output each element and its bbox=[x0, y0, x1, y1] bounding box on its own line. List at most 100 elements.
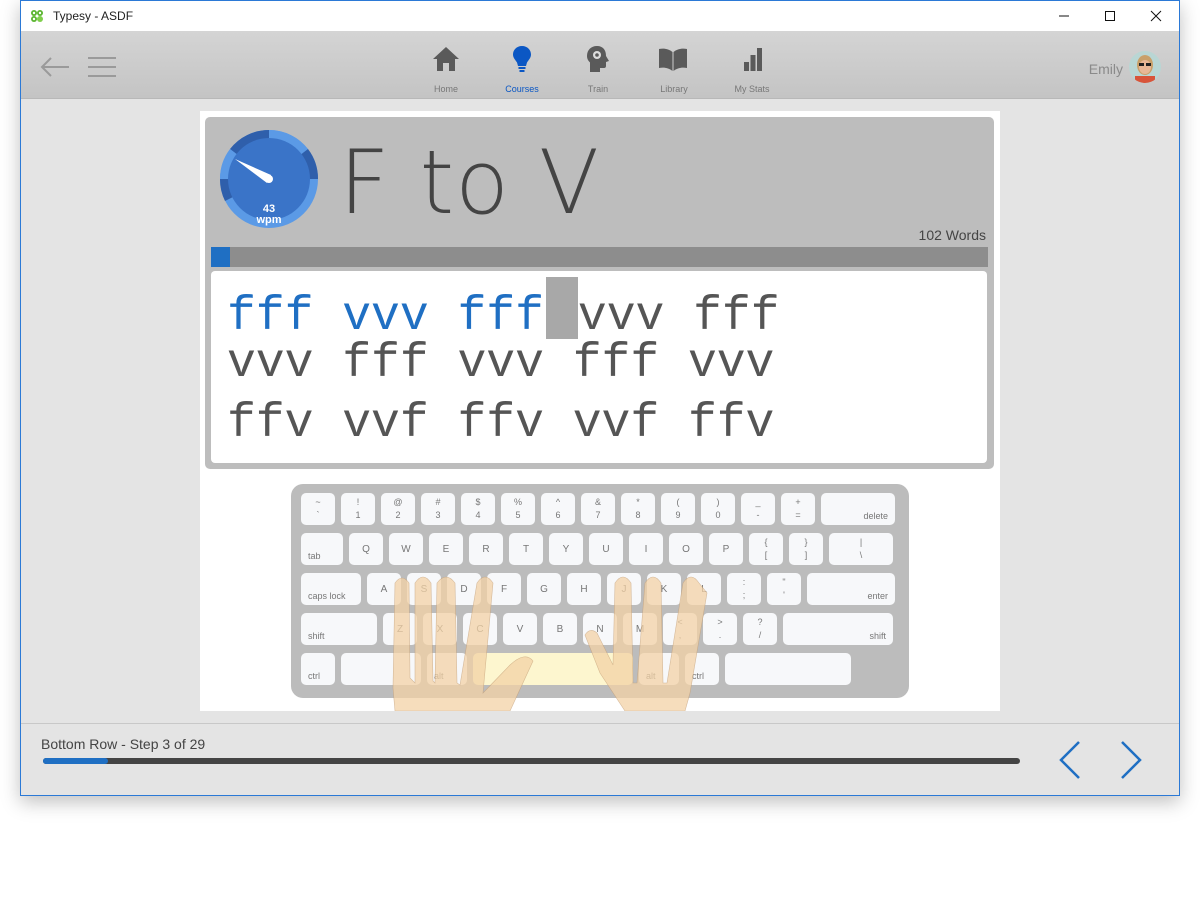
next-step-button[interactable] bbox=[1114, 740, 1144, 780]
nav-home[interactable]: Home bbox=[408, 31, 484, 98]
key-b[interactable]: B bbox=[543, 613, 577, 645]
key-label: / bbox=[758, 630, 762, 640]
key-label: L bbox=[701, 584, 707, 595]
text-word: vvf bbox=[572, 397, 660, 451]
key-shift-label: " bbox=[782, 577, 786, 587]
key-shift-label: < bbox=[677, 617, 683, 627]
key-shift[interactable]: shift bbox=[301, 613, 377, 645]
text-word: fff bbox=[227, 290, 314, 344]
typing-text-area[interactable]: fff vvv fff vvv fff vvv fff vvv fff vvv ffv… bbox=[211, 271, 987, 463]
nav-my-stats[interactable]: My Stats bbox=[714, 31, 790, 98]
key-shift[interactable]: shift bbox=[783, 613, 893, 645]
key-c[interactable]: C bbox=[463, 613, 497, 645]
key-w[interactable]: W bbox=[389, 533, 423, 565]
key-alt[interactable]: alt bbox=[639, 653, 679, 685]
key-label: A bbox=[380, 584, 388, 595]
key-symbol[interactable]: | \ bbox=[829, 533, 893, 565]
user-name[interactable]: Emily bbox=[1089, 61, 1123, 77]
key-u[interactable]: U bbox=[589, 533, 623, 565]
key-1[interactable]: ! 1 bbox=[341, 493, 375, 525]
key-l[interactable]: L bbox=[687, 573, 721, 605]
key-z[interactable]: Z bbox=[383, 613, 417, 645]
minimize-icon bbox=[1059, 15, 1069, 17]
key-e[interactable]: E bbox=[429, 533, 463, 565]
key-4[interactable]: $4 bbox=[461, 493, 495, 525]
nav-library[interactable]: Library bbox=[636, 31, 712, 98]
key-7[interactable]: & 7 bbox=[581, 493, 615, 525]
key-tab[interactable]: tab bbox=[301, 533, 343, 565]
key-6[interactable]: ^ 6 bbox=[541, 493, 575, 525]
key-y[interactable]: Y bbox=[549, 533, 583, 565]
key-symbol[interactable]: >. bbox=[703, 613, 737, 645]
key-q[interactable]: Q bbox=[349, 533, 383, 565]
key-s[interactable]: S bbox=[407, 573, 441, 605]
text-word: ffv bbox=[227, 397, 314, 451]
key-label: K bbox=[660, 584, 668, 595]
key-label: 3 bbox=[435, 510, 441, 520]
key-symbol[interactable]: + = bbox=[781, 493, 815, 525]
key-t[interactable]: T bbox=[509, 533, 543, 565]
chevron-left-icon bbox=[1059, 741, 1080, 779]
key-m[interactable]: M bbox=[623, 613, 657, 645]
close-button[interactable] bbox=[1133, 1, 1179, 31]
key-9[interactable]: (9 bbox=[661, 493, 695, 525]
avatar[interactable] bbox=[1129, 51, 1161, 83]
key-5[interactable]: % 5 bbox=[501, 493, 535, 525]
key-x[interactable]: X bbox=[423, 613, 457, 645]
minimize-button[interactable] bbox=[1041, 1, 1087, 31]
back-button[interactable] bbox=[39, 55, 71, 79]
key-shift-label: ? bbox=[757, 617, 763, 627]
key-i[interactable]: I bbox=[629, 533, 663, 565]
word-count: 102 Words bbox=[918, 227, 986, 243]
key-label: G bbox=[540, 584, 548, 595]
key-8[interactable]: * 8 bbox=[621, 493, 655, 525]
key-enter[interactable]: enter bbox=[807, 573, 895, 605]
nav-courses[interactable]: Courses bbox=[484, 31, 560, 98]
key-symbol[interactable]: _ - bbox=[741, 493, 775, 525]
menu-button[interactable] bbox=[87, 56, 117, 78]
key-j[interactable]: J bbox=[607, 573, 641, 605]
key-p[interactable]: P bbox=[709, 533, 743, 565]
key-alt[interactable]: alt bbox=[427, 653, 467, 685]
key-symbol[interactable]: :; bbox=[727, 573, 761, 605]
key-blank[interactable] bbox=[473, 653, 633, 685]
key-delete[interactable]: delete bbox=[821, 493, 895, 525]
key-symbol[interactable]: {[ bbox=[749, 533, 783, 565]
key-ctrl[interactable]: ctrl bbox=[685, 653, 719, 685]
key-r[interactable]: R bbox=[469, 533, 503, 565]
key-f[interactable]: F bbox=[487, 573, 521, 605]
key-ctrl[interactable]: ctrl bbox=[301, 653, 335, 685]
key-blank[interactable] bbox=[725, 653, 851, 685]
key-2[interactable]: @2 bbox=[381, 493, 415, 525]
key-a[interactable]: A bbox=[367, 573, 401, 605]
nav-train[interactable]: Train bbox=[560, 31, 636, 98]
key-h[interactable]: H bbox=[567, 573, 601, 605]
key-blank[interactable] bbox=[341, 653, 421, 685]
key-n[interactable]: N bbox=[583, 613, 617, 645]
previous-step-button[interactable] bbox=[1057, 740, 1087, 780]
key-symbol[interactable]: }] bbox=[789, 533, 823, 565]
key-d[interactable]: D bbox=[447, 573, 481, 605]
key-capslock[interactable]: caps lock bbox=[301, 573, 361, 605]
key-k[interactable]: K bbox=[647, 573, 681, 605]
key-label: 9 bbox=[675, 510, 681, 520]
key-symbol[interactable]: <, bbox=[663, 613, 697, 645]
text-word: vvv bbox=[342, 290, 429, 344]
nav-label: Library bbox=[660, 84, 688, 94]
key-shift-label: ) bbox=[716, 497, 720, 507]
key-label: . bbox=[718, 630, 722, 640]
app-header: Home Courses Train Library My Stats Emil… bbox=[21, 31, 1179, 99]
key-v[interactable]: V bbox=[503, 613, 537, 645]
typesy-logo-icon bbox=[31, 10, 43, 22]
key-g[interactable]: G bbox=[527, 573, 561, 605]
key-0[interactable]: ) 0 bbox=[701, 493, 735, 525]
key-label: V bbox=[516, 624, 524, 635]
key-symbol[interactable]: ~ ` bbox=[301, 493, 335, 525]
key-label: 7 bbox=[595, 510, 601, 520]
key-symbol[interactable]: " ' bbox=[767, 573, 801, 605]
key-symbol[interactable]: ? / bbox=[743, 613, 777, 645]
text-line: vvv fff vvv fff vvv bbox=[227, 337, 774, 391]
key-3[interactable]: #3 bbox=[421, 493, 455, 525]
key-o[interactable]: O bbox=[669, 533, 703, 565]
maximize-button[interactable] bbox=[1087, 1, 1133, 31]
